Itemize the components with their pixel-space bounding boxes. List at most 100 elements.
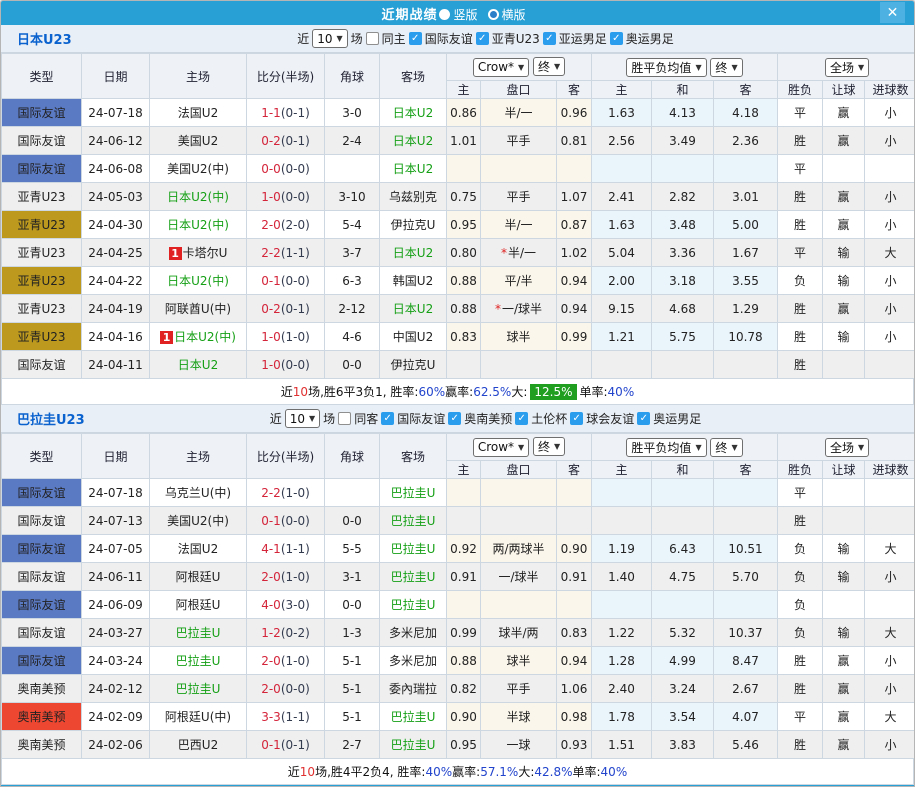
close-button[interactable]: ✕ (880, 2, 905, 23)
score-cell: 1-0(0-0) (247, 183, 325, 211)
away-team-cell: 委內瑞拉 (380, 675, 447, 703)
home-team-cell: 1卡塔尔U (150, 239, 247, 267)
corner-cell: 3-0 (325, 99, 380, 127)
recent-count-select[interactable]: 10▼ (285, 409, 320, 428)
score-cell: 0-2(0-1) (247, 127, 325, 155)
layout-radio[interactable] (488, 9, 499, 20)
league-checkbox[interactable]: ✓ (515, 412, 528, 425)
layout-radio-label[interactable]: 竖版 (453, 8, 477, 22)
league-checkbox[interactable]: ✓ (543, 32, 556, 45)
home-team-cell: 1日本U2(中) (150, 323, 247, 351)
odds-time-select[interactable]: 终▼ (533, 437, 565, 456)
same-venue-checkbox[interactable] (338, 412, 351, 425)
goals-result-cell: 小 (865, 267, 915, 295)
avg-home-cell (592, 155, 652, 183)
league-checkbox[interactable]: ✓ (409, 32, 422, 45)
header-row-1: 类型日期主场比分(半场)角球客场Crow*▼ 终▼胜平负均值▼ 终▼全场▼ (2, 54, 915, 81)
column-header: 主场 (150, 54, 247, 99)
win-draw-lose-cell: 胜 (778, 127, 823, 155)
avg-draw-cell: 5.32 (652, 619, 714, 647)
avg-time-select-value: 终 (715, 439, 727, 456)
full-time-score: 2-2 (261, 246, 281, 260)
home-team-name: 日本U2(中) (167, 274, 229, 288)
chevron-down-icon: ▼ (695, 443, 701, 452)
league-checkbox[interactable]: ✓ (610, 32, 623, 45)
score-cell: 0-1(0-0) (247, 507, 325, 535)
home-team-cell: 法国U2 (150, 99, 247, 127)
odds-away-cell: 1.07 (557, 183, 592, 211)
result-scope-select[interactable]: 全场▼ (825, 58, 869, 77)
home-team-name: 日本U2(中) (174, 330, 236, 344)
league-checkbox[interactable]: ✓ (448, 412, 461, 425)
avg-away-cell: 10.78 (714, 323, 778, 351)
column-header: 角球 (325, 54, 380, 99)
full-time-score: 4-0 (261, 598, 281, 612)
win-draw-lose-cell: 胜 (778, 183, 823, 211)
avg-draw-cell (652, 507, 714, 535)
full-time-score: 0-1 (261, 514, 281, 528)
away-team-cell: 巴拉圭U (380, 535, 447, 563)
home-team-name: 巴拉圭U (176, 626, 221, 640)
avg-away-cell: 1.29 (714, 295, 778, 323)
layout-radio-label[interactable]: 横版 (502, 8, 526, 22)
odds-away-cell: 0.99 (557, 323, 592, 351)
away-team-cell: 巴拉圭U (380, 507, 447, 535)
handicap-changed-marker: * (501, 246, 507, 260)
goals-result-cell: 小 (865, 563, 915, 591)
half-time-score: (3-0) (281, 598, 310, 612)
league-label: 奥运男足 (626, 30, 674, 47)
score-cell: 2-0(1-0) (247, 563, 325, 591)
avg-home-cell (592, 591, 652, 619)
avg-draw-cell (652, 479, 714, 507)
corner-cell: 0-0 (325, 591, 380, 619)
table-row: 国际友谊24-07-18乌克兰U(中)2-2(1-0)巴拉圭U平 (2, 479, 915, 507)
avg-time-select[interactable]: 终▼ (710, 58, 742, 77)
league-checkbox[interactable]: ✓ (570, 412, 583, 425)
league-checkbox[interactable]: ✓ (637, 412, 650, 425)
recent-count-select[interactable]: 10▼ (312, 29, 347, 48)
half-time-score: (0-1) (281, 106, 310, 120)
handicap-cell: 半/一 (481, 99, 557, 127)
odds-away-cell: 0.93 (557, 731, 592, 759)
odds-provider-select[interactable]: Crow*▼ (473, 438, 529, 457)
avg-name-select[interactable]: 胜平负均值▼ (626, 58, 706, 77)
date-cell: 24-04-25 (82, 239, 150, 267)
league-label: 球会友谊 (586, 410, 634, 427)
handicap-result-cell: 输 (823, 239, 865, 267)
away-team-cell: 伊拉克U (380, 351, 447, 379)
layout-radio-selected[interactable] (439, 9, 450, 20)
half-time-score: (0-2) (281, 626, 310, 640)
avg-draw-cell: 4.68 (652, 295, 714, 323)
home-team-cell: 乌克兰U(中) (150, 479, 247, 507)
away-team-cell: 日本U2 (380, 99, 447, 127)
league-checkbox[interactable]: ✓ (381, 412, 394, 425)
win-draw-lose-cell: 胜 (778, 507, 823, 535)
home-team-cell: 美国U2(中) (150, 155, 247, 183)
home-team-cell: 美国U2(中) (150, 507, 247, 535)
league-checkbox[interactable]: ✓ (476, 32, 489, 45)
same-venue-checkbox[interactable] (366, 32, 379, 45)
full-time-score: 0-1 (261, 738, 281, 752)
table-row: 国际友谊24-07-18法国U21-1(0-1)3-0日本U20.86半/一0.… (2, 99, 915, 127)
avg-time-select[interactable]: 终▼ (710, 438, 742, 457)
chevron-down-icon: ▼ (554, 62, 560, 71)
goals-result-cell: 小 (865, 183, 915, 211)
odds-time-select-value: 终 (538, 438, 550, 455)
odds-time-select[interactable]: 终▼ (533, 57, 565, 76)
odds-provider-select[interactable]: Crow*▼ (473, 58, 529, 77)
away-team-cell: 韩国U2 (380, 267, 447, 295)
full-time-score: 2-0 (261, 654, 281, 668)
summary-segment: 12.5% (530, 384, 576, 400)
sub-column-header: 主 (447, 81, 481, 99)
result-scope-select[interactable]: 全场▼ (825, 438, 869, 457)
score-cell: 2-2(1-1) (247, 239, 325, 267)
handicap-result-cell: 输 (823, 323, 865, 351)
handicap-result-cell (823, 507, 865, 535)
score-cell: 2-0(1-0) (247, 647, 325, 675)
away-team-cell: 多米尼加 (380, 647, 447, 675)
corner-cell: 5-1 (325, 675, 380, 703)
avg-away-cell (714, 591, 778, 619)
half-time-score: (0-0) (281, 514, 310, 528)
avg-name-select[interactable]: 胜平负均值▼ (626, 438, 706, 457)
avg-away-cell: 5.00 (714, 211, 778, 239)
